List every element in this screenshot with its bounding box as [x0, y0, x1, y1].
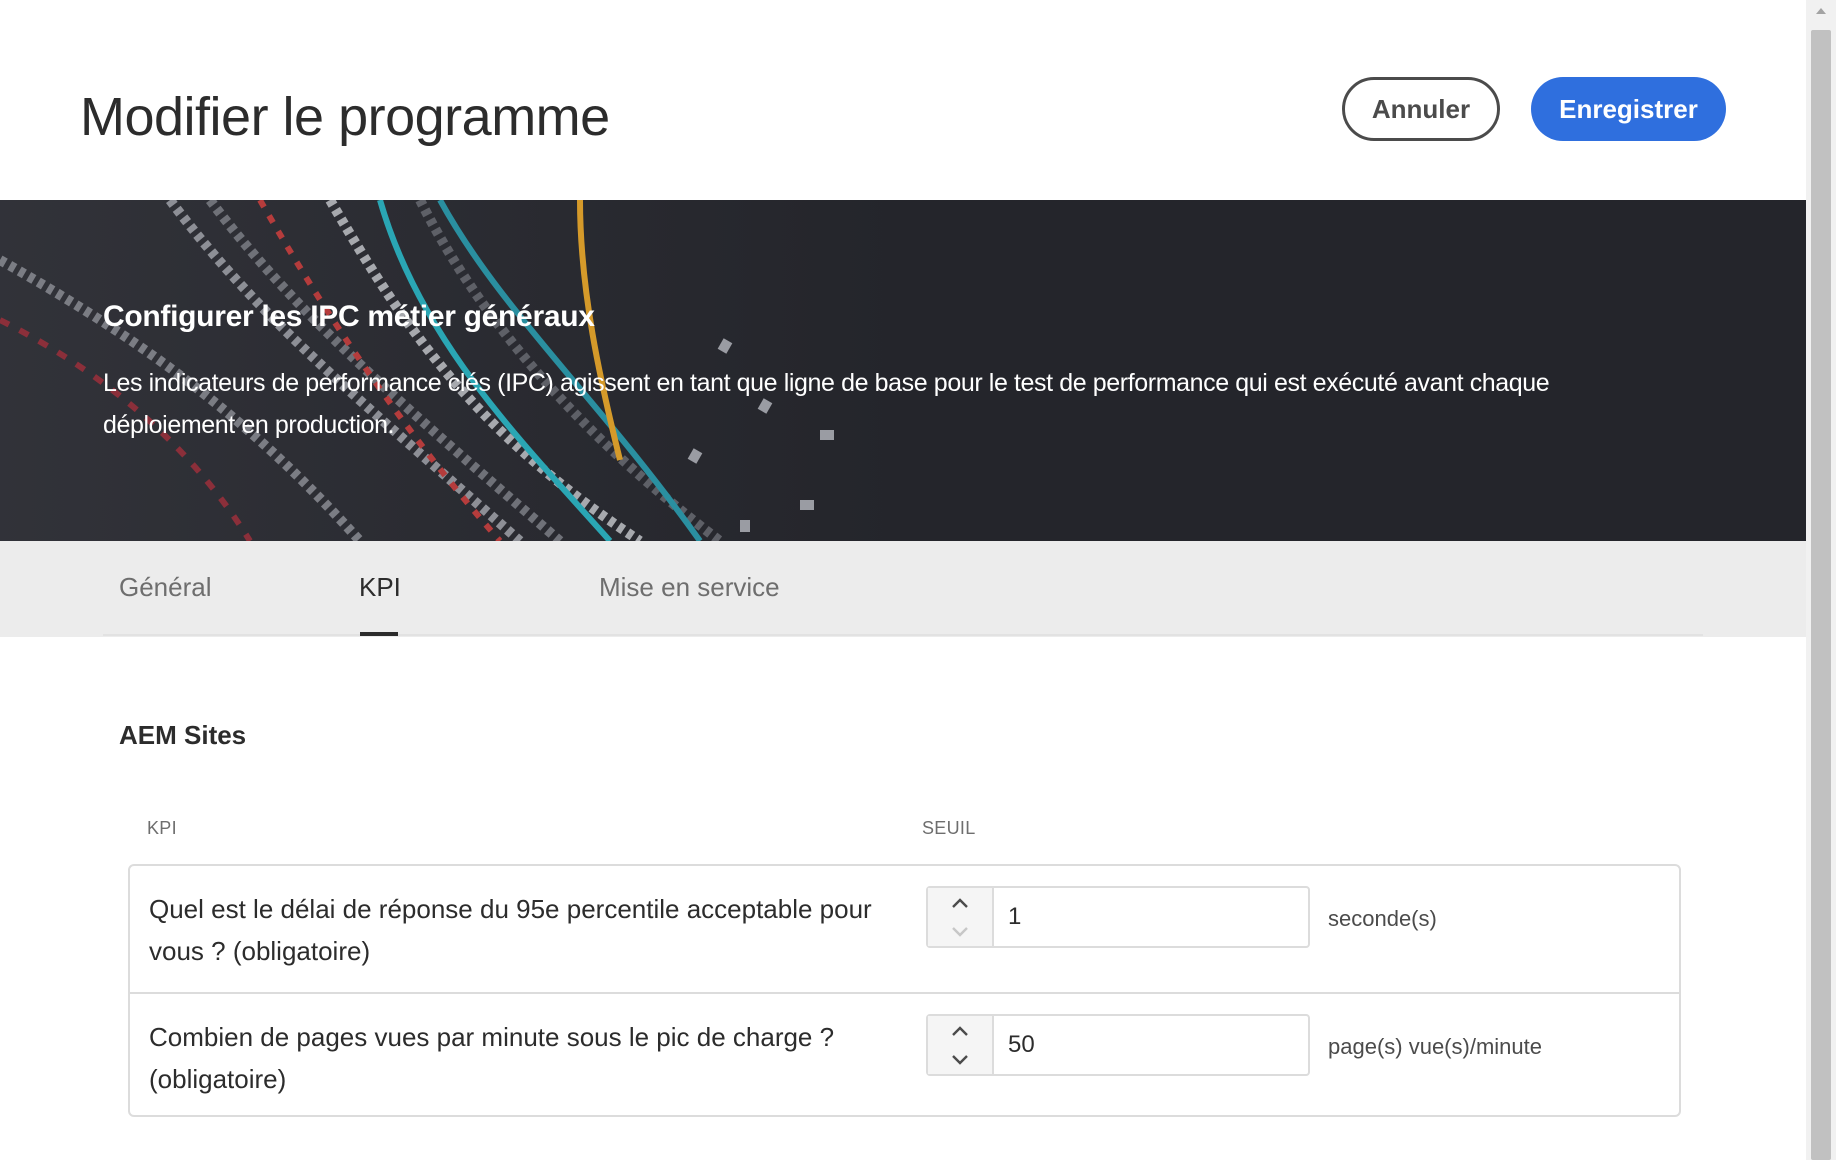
table-row: Quel est le délai de réponse du 95e perc…	[130, 866, 1679, 992]
page-header: Modifier le programme Annuler Enregistre…	[0, 0, 1806, 200]
column-header-kpi: KPI	[147, 818, 177, 838]
kpi-question: Combien de pages vues par minute sous le…	[149, 1022, 835, 1094]
unit-label: page(s) vue(s)/minute	[1328, 1034, 1542, 1059]
cancel-button[interactable]: Annuler	[1342, 77, 1500, 141]
chevron-down-icon	[952, 1054, 968, 1065]
page-views-input[interactable]	[1008, 1016, 1298, 1074]
scroll-up-icon[interactable]	[1811, 6, 1831, 20]
page-title: Modifier le programme	[80, 87, 610, 147]
chevron-down-icon	[952, 926, 968, 937]
stepper-buttons	[928, 1016, 994, 1074]
increment-button[interactable]	[928, 888, 992, 917]
threshold-stepper	[926, 1014, 1310, 1076]
save-button[interactable]: Enregistrer	[1531, 77, 1726, 141]
active-tab-indicator	[360, 632, 398, 636]
section-title: AEM Sites	[119, 720, 247, 750]
kpi-question: Quel est le délai de réponse du 95e perc…	[149, 894, 872, 966]
tab-bar	[0, 541, 1806, 637]
table-row: Combien de pages vues par minute sous le…	[130, 992, 1679, 1120]
scrollbar-thumb[interactable]	[1811, 30, 1831, 1160]
chevron-up-icon	[952, 897, 968, 908]
decrement-button[interactable]	[928, 1045, 992, 1074]
tab-mise-en-service[interactable]: Mise en service	[599, 572, 780, 603]
column-header-threshold: SEUIL	[922, 818, 976, 838]
chevron-up-icon	[952, 1025, 968, 1036]
tab-divider	[103, 634, 1703, 636]
stepper-buttons	[928, 888, 994, 946]
unit-label: seconde(s)	[1328, 906, 1437, 931]
hero-banner: Configurer les IPC métier généraux Les i…	[0, 200, 1806, 541]
tab-kpi[interactable]: KPI	[359, 572, 401, 603]
kpi-table: Quel est le délai de réponse du 95e perc…	[128, 864, 1681, 1117]
increment-button[interactable]	[928, 1016, 992, 1045]
banner-title: Configurer les IPC métier généraux	[103, 300, 595, 333]
threshold-stepper	[926, 886, 1310, 948]
decrement-button[interactable]	[928, 917, 992, 946]
banner-description: Les indicateurs de performance clés (IPC…	[103, 369, 1550, 439]
response-time-input[interactable]	[1008, 888, 1298, 946]
tab-general[interactable]: Général	[119, 572, 212, 603]
